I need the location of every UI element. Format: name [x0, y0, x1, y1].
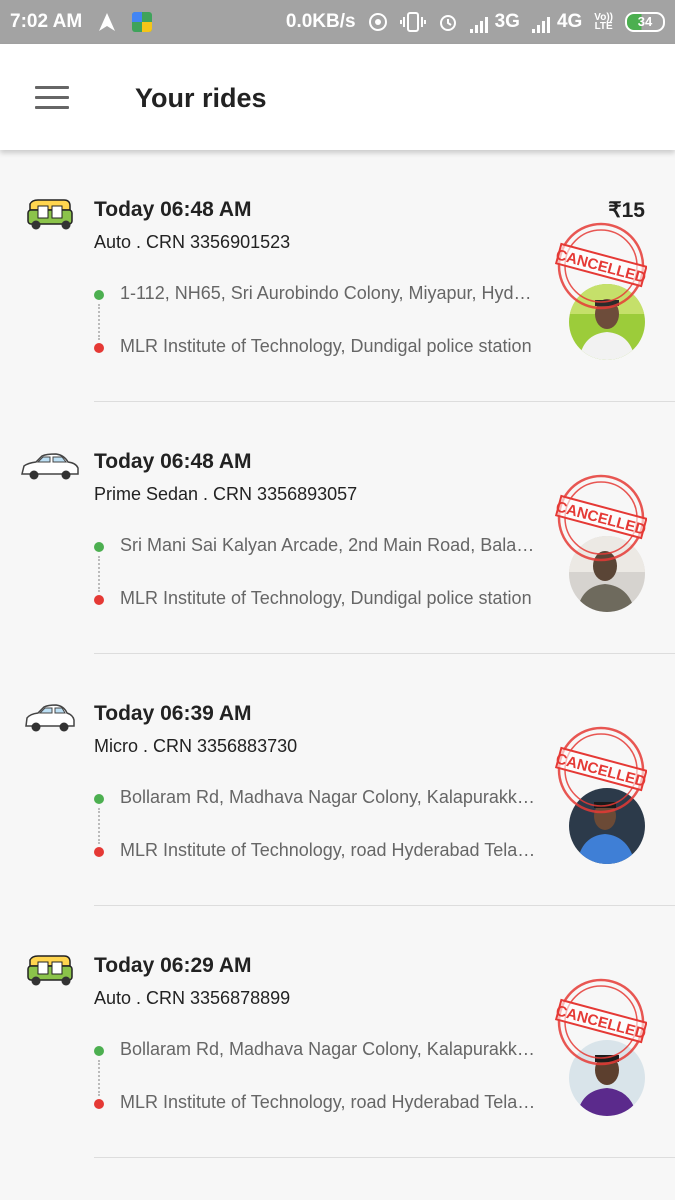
- ride-item[interactable]: Today 06:29 AM Auto . CRN 3356878899 Bol…: [0, 906, 675, 1158]
- volte-indicator: Vo)) LTE: [594, 12, 613, 32]
- drop-address: MLR Institute of Technology, Dundigal po…: [120, 588, 532, 608]
- app-bar: Your rides: [0, 44, 675, 150]
- cancelled-stamp-icon: CANCELLED: [555, 222, 647, 310]
- auto-rickshaw-icon: [27, 199, 73, 230]
- pickup-address: Sri Mani Sai Kalyan Arcade, 2nd Main Roa…: [120, 535, 540, 555]
- drop-dot-icon: [94, 595, 104, 605]
- drop-dot-icon: [94, 847, 104, 857]
- hotspot-icon: [368, 13, 387, 31]
- ride-crn: Micro . CRN 3356883730: [94, 736, 298, 756]
- cancelled-stamp-icon: CANCELLED: [555, 726, 647, 814]
- ride-crn: Auto . CRN 3356901523: [94, 232, 291, 252]
- ride-time: Today 06:39 AM: [94, 702, 252, 725]
- drop-dot-icon: [94, 343, 104, 353]
- auto-rickshaw-icon: [27, 955, 73, 986]
- route-line: [98, 304, 100, 340]
- ride-item[interactable]: Today 06:48 AM Auto . CRN 3356901523 ₹15…: [0, 150, 675, 402]
- maps-icon: [132, 12, 153, 32]
- signal-type-1: 3G: [494, 11, 520, 32]
- drop-address: MLR Institute of Technology, Dundigal po…: [120, 336, 532, 356]
- network-speed: 0.0KB/s: [285, 11, 356, 32]
- pickup-address: Bollaram Rd, Madhava Nagar Colony, Kalap…: [120, 1039, 540, 1059]
- ride-crn: Prime Sedan . CRN 3356893057: [94, 484, 358, 504]
- pickup-dot-icon: [94, 290, 104, 300]
- cancelled-stamp-icon: CANCELLED: [555, 978, 647, 1066]
- cancelled-stamp-icon: CANCELLED: [555, 474, 647, 562]
- page-title: Your rides: [135, 83, 267, 113]
- ride-time: Today 06:48 AM: [94, 198, 252, 221]
- ride-time: Today 06:48 AM: [94, 450, 252, 473]
- divider: [94, 1157, 675, 1158]
- ride-list: Today 06:48 AM Auto . CRN 3356901523 ₹15…: [0, 150, 675, 1158]
- drop-address: MLR Institute of Technology, road Hydera…: [120, 840, 540, 860]
- ride-item[interactable]: Today 06:48 AM Prime Sedan . CRN 3356893…: [0, 402, 675, 654]
- route-line: [98, 556, 100, 592]
- navigation-icon: [99, 13, 116, 31]
- signal-icon: [469, 17, 488, 33]
- status-bar: 7:02 AM 0.0KB/s 3G 4G Vo)) LTE 34: [0, 0, 675, 44]
- hamburger-menu-icon[interactable]: [35, 86, 69, 109]
- pickup-dot-icon: [94, 794, 104, 804]
- battery-icon: 34: [625, 12, 665, 32]
- sedan-icon: [21, 453, 79, 480]
- pickup-address: Bollaram Rd, Madhava Nagar Colony, Kalap…: [120, 787, 540, 807]
- ride-item[interactable]: Today 06:39 AM Micro . CRN 3356883730 Bo…: [0, 654, 675, 906]
- signal-icon: [531, 17, 550, 33]
- route-line: [98, 1060, 100, 1096]
- route-line: [98, 808, 100, 844]
- ride-crn: Auto . CRN 3356878899: [94, 988, 291, 1008]
- micro-car-icon: [25, 704, 75, 732]
- ride-time: Today 06:29 AM: [94, 954, 252, 977]
- status-time: 7:02 AM: [10, 11, 83, 32]
- alarm-icon: [439, 15, 456, 31]
- signal-type-2: 4G: [556, 11, 583, 32]
- drop-dot-icon: [94, 1099, 104, 1109]
- pickup-address: 1-112, NH65, Sri Aurobindo Colony, Miyap…: [120, 283, 540, 303]
- vibrate-icon: [399, 12, 426, 32]
- drop-address: MLR Institute of Technology, road Hydera…: [120, 1092, 540, 1112]
- pickup-dot-icon: [94, 542, 104, 552]
- pickup-dot-icon: [94, 1046, 104, 1056]
